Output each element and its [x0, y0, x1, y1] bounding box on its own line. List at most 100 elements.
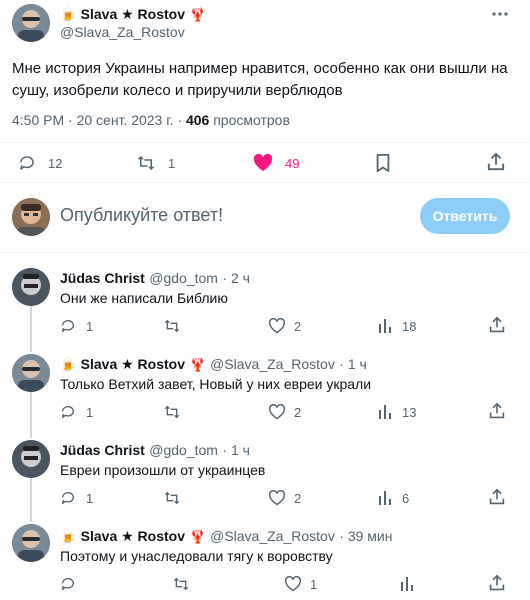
reply-views-action[interactable]: 13 — [378, 404, 416, 420]
like-icon[interactable] — [253, 154, 273, 172]
views-label: просмотров — [209, 112, 290, 128]
reply-count: 1 — [86, 404, 94, 420]
main-author-avatar[interactable] — [12, 4, 50, 42]
beer-emoji: 🍺 — [60, 7, 77, 22]
lobster-emoji: 🦞 — [189, 529, 206, 544]
share-icon[interactable] — [489, 574, 505, 596]
main-tweet-text: Мне история Украины например нравится, о… — [12, 58, 522, 102]
views-icon[interactable] — [378, 404, 392, 420]
reply-views-action[interactable]: 6 — [378, 490, 409, 506]
like-icon[interactable] — [284, 576, 302, 592]
reply-time[interactable]: · 39 мин — [339, 528, 392, 544]
main-tweet-text-line1: Мне история Украины например нравится, о… — [12, 60, 508, 77]
beer-emoji: 🍺 — [60, 529, 77, 544]
retweet-icon[interactable] — [163, 318, 181, 339]
share-icon[interactable] — [489, 488, 505, 510]
thread-line — [30, 478, 32, 522]
share-icon[interactable] — [489, 402, 505, 424]
thread-line — [30, 306, 32, 352]
reply-icon[interactable] — [60, 318, 76, 334]
main-like-action[interactable]: 49 — [253, 154, 299, 172]
main-tweet-meta: 4:50 PM · 20 сент. 2023 г. · 406 просмот… — [12, 112, 290, 128]
reply-like-action[interactable]: 1 — [284, 576, 317, 592]
like-icon[interactable] — [268, 404, 286, 420]
like-count: 2 — [294, 318, 302, 334]
main-reply-action[interactable]: 12 — [18, 154, 62, 172]
retweet-icon[interactable] — [136, 154, 156, 172]
reply-reply-action[interactable]: 1 — [60, 490, 93, 506]
like-icon[interactable] — [268, 490, 286, 506]
reply-reply-action[interactable]: 1 — [60, 318, 93, 334]
reply-icon[interactable] — [60, 576, 76, 597]
reply-time[interactable]: · 1 ч — [339, 356, 367, 372]
views-icon[interactable] — [378, 490, 392, 506]
share-icon[interactable] — [487, 152, 505, 176]
views-count: 13 — [402, 404, 417, 420]
lobster-emoji: 🦞 — [189, 7, 206, 22]
reply-like-action[interactable]: 2 — [268, 490, 301, 506]
reply-avatar[interactable] — [12, 524, 50, 562]
main-like-count: 49 — [285, 155, 300, 171]
reply-header: 🍺 Slava ★ Rostov 🦞 @Slava_Za_Rostov · 1 … — [60, 356, 367, 374]
beer-emoji: 🍺 — [60, 357, 77, 372]
main-author-handle[interactable]: @Slava_Za_Rostov — [60, 24, 185, 40]
reply-icon[interactable] — [60, 404, 76, 420]
views-count: 6 — [402, 490, 410, 506]
like-count: 2 — [294, 404, 302, 420]
views-icon[interactable] — [378, 318, 392, 334]
like-count: 1 — [310, 576, 318, 592]
divider — [0, 142, 530, 143]
reply-header: 🍺 Slava ★ Rostov 🦞 @Slava_Za_Rostov · 39… — [60, 528, 392, 546]
retweet-icon[interactable] — [163, 404, 181, 425]
lobster-emoji: 🦞 — [189, 357, 206, 372]
reply-compose-input[interactable]: Опубликуйте ответ! — [60, 205, 223, 226]
reply-time[interactable]: · 2 ч — [222, 270, 250, 286]
main-retweet-count: 1 — [168, 155, 176, 171]
reply-author-handle[interactable]: @Slava_Za_Rostov — [210, 528, 335, 544]
main-author-name[interactable]: Slava ★ Rostov — [81, 6, 185, 22]
views-icon[interactable] — [400, 576, 414, 597]
main-author-name-row[interactable]: 🍺 Slava ★ Rostov 🦞 — [60, 6, 206, 24]
reply-time[interactable]: · 1 ч — [222, 442, 250, 458]
reply-like-action[interactable]: 2 — [268, 318, 301, 334]
reply-author-name[interactable]: Jüdas Christ — [60, 270, 145, 286]
reply-header: Jüdas Christ @gdo_tom · 2 ч — [60, 270, 250, 288]
reply-reply-action[interactable]: 1 — [60, 404, 93, 420]
reply-text: Поэтому и унаследовали тягу к воровству — [60, 548, 333, 564]
reply-text: Только Ветхий завет, Новый у них евреи у… — [60, 376, 372, 392]
retweet-icon[interactable] — [172, 576, 190, 597]
reply-author-name[interactable]: Jüdas Christ — [60, 442, 145, 458]
reply-count: 1 — [86, 318, 94, 334]
reply-count: 1 — [86, 490, 94, 506]
main-tweet-text-line2: сушу, изобрели колесо и приручили верблю… — [12, 82, 343, 99]
retweet-icon[interactable] — [163, 490, 181, 511]
reply-avatar[interactable] — [12, 268, 50, 306]
reply-author-handle[interactable]: @gdo_tom — [149, 270, 218, 286]
my-avatar[interactable] — [12, 198, 50, 236]
reply-text: Они же написали Библию — [60, 290, 228, 306]
main-retweet-action[interactable]: 1 — [136, 154, 175, 172]
reply-icon[interactable] — [60, 490, 76, 506]
reply-text: Евреи произошли от украинцев — [60, 462, 266, 478]
divider — [0, 182, 530, 183]
thread-line — [30, 392, 32, 438]
more-icon[interactable] — [490, 6, 510, 27]
divider — [0, 252, 530, 253]
like-count: 2 — [294, 490, 302, 506]
like-icon[interactable] — [268, 318, 286, 334]
reply-avatar[interactable] — [12, 440, 50, 478]
share-icon[interactable] — [489, 316, 505, 338]
reply-views-action[interactable]: 18 — [378, 318, 416, 334]
reply-submit-button[interactable]: Ответить — [420, 198, 510, 234]
reply-author-handle[interactable]: @gdo_tom — [149, 442, 218, 458]
reply-like-action[interactable]: 2 — [268, 404, 301, 420]
reply-icon[interactable] — [18, 154, 36, 172]
main-tweet-time[interactable]: 4:50 PM · 20 сент. 2023 г. · — [12, 112, 186, 128]
reply-author-name[interactable]: Slava ★ Rostov — [81, 356, 185, 372]
reply-avatar[interactable] — [12, 354, 50, 392]
reply-author-handle[interactable]: @Slava_Za_Rostov — [210, 356, 335, 372]
views-count: 406 — [185, 112, 210, 128]
main-reply-count: 12 — [48, 155, 63, 171]
bookmark-icon[interactable] — [375, 154, 391, 177]
reply-author-name[interactable]: Slava ★ Rostov — [81, 528, 185, 544]
